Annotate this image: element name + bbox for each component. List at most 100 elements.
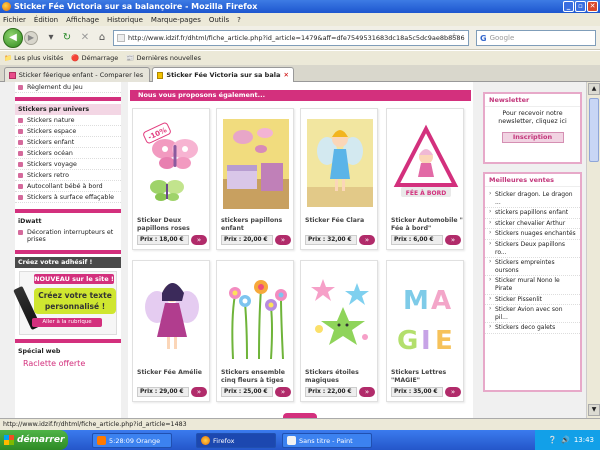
add-to-cart-button[interactable]: » (191, 235, 207, 245)
back-button[interactable]: ◀ (3, 28, 23, 48)
product-card[interactable]: -10% Sticker Deux papillons roses Prix :… (132, 108, 210, 250)
best-seller-link[interactable]: Stickers Deux papillons ro... (485, 240, 580, 259)
product-name[interactable]: Sticker Fée Amélie (137, 369, 209, 377)
product-card[interactable]: Stickers étoiles magiques Prix : 22,00 €… (300, 260, 378, 402)
home-button[interactable]: ⌂ (95, 31, 109, 45)
menu-edition[interactable]: Édition (34, 16, 58, 24)
best-seller-link[interactable]: Sticker Pissenlit (485, 295, 580, 306)
product-card[interactable]: FÉE À BORD Sticker Automobile " Fée à bo… (386, 108, 464, 250)
bookmark-plus-visites[interactable]: 📁 Les plus visités (4, 54, 63, 62)
sidebar-item-retro[interactable]: Stickers retro (15, 170, 121, 181)
help-icon[interactable]: ❔ (548, 436, 557, 444)
url-bar[interactable]: http://www.idzif.fr/dhtml/fiche_article.… (113, 30, 469, 46)
product-price: Prix : 25,00 € (221, 387, 273, 397)
taskbar-item-firefox[interactable]: Firefox (196, 433, 276, 448)
close-tab-icon[interactable]: ✕ (284, 71, 289, 79)
best-seller-link[interactable]: Sticker dragon. Le dragon ... (485, 190, 580, 209)
product-price: Prix : 32,00 € (305, 235, 357, 245)
menu-marque-pages[interactable]: Marque-pages (151, 16, 201, 24)
sidebar-item-nature[interactable]: Stickers nature (15, 115, 121, 126)
product-name[interactable]: stickers papillons enfant (221, 217, 293, 232)
scroll-down-arrow[interactable]: ▼ (588, 404, 600, 416)
menu-outils[interactable]: Outils (209, 16, 229, 24)
product-card[interactable]: Sticker Fée Clara Prix : 32,00 € » (300, 108, 378, 250)
volume-icon[interactable]: 🔊 (561, 436, 570, 444)
google-icon: G (480, 33, 487, 43)
menu-bar: Fichier Édition Affichage Historique Mar… (0, 13, 600, 26)
raclette-logo[interactable]: Raclette offerte (15, 357, 121, 370)
add-to-cart-button[interactable]: » (359, 235, 375, 245)
newsletter-title: Newsletter (485, 94, 580, 107)
menu-affichage[interactable]: Affichage (66, 16, 99, 24)
sidebar-item-enfant[interactable]: Stickers enfant (15, 137, 121, 148)
stop-button[interactable]: ✕ (78, 31, 92, 45)
svg-text:A: A (431, 286, 451, 316)
best-seller-link[interactable]: stickers papillons enfant (485, 208, 580, 219)
add-to-cart-button[interactable]: » (191, 387, 207, 397)
product-name[interactable]: Stickers étoiles magiques (305, 369, 377, 384)
page-scrollbar[interactable]: ▲ ▼ (586, 82, 600, 418)
best-seller-link[interactable]: Stickers empreintes oursons (485, 258, 580, 277)
forward-button[interactable]: ▶ (24, 31, 38, 45)
sidebar-item-surface-effacable[interactable]: Stickers à surface effaçable (15, 192, 121, 203)
bookmark-nouvelles[interactable]: 📰 Dernières nouvelles (126, 54, 201, 62)
custom-text-ad[interactable]: NOUVEAU sur le site ! Créez votre texte … (13, 271, 117, 335)
best-seller-link[interactable]: Sticker mural Nono le Pirate (485, 276, 580, 295)
taskbar-item-paint[interactable]: Sans titre - Paint (282, 433, 372, 448)
scroll-up-arrow[interactable]: ▲ (588, 83, 600, 95)
best-seller-link[interactable]: sticker chevalier Arthur (485, 219, 580, 230)
add-to-cart-button[interactable]: » (445, 387, 461, 397)
inscription-button[interactable]: Inscription (501, 132, 564, 143)
tab-label: Sticker Fée Victoria sur sa balanç... (166, 71, 281, 79)
search-placeholder: Google (489, 34, 515, 42)
product-name[interactable]: Stickers ensemble cinq fleurs à tiges (221, 369, 293, 384)
sidebar-item-reglement[interactable]: Règlement du Jeu (15, 82, 121, 93)
newsletter-box: Newsletter Pour recevoir notre newslette… (483, 92, 582, 164)
best-seller-link[interactable]: Stickers nuages enchantés (485, 229, 580, 240)
add-to-cart-button[interactable]: » (445, 235, 461, 245)
tab-sticker-fee[interactable]: Sticker Fée Victoria sur sa balanç... ✕ (152, 67, 294, 82)
ad-new-label: NOUVEAU sur le site ! (34, 274, 114, 284)
menu-help[interactable]: ? (237, 16, 241, 24)
sidebar-item-espace[interactable]: Stickers espace (15, 126, 121, 137)
bookmark-star-icon[interactable]: ☆ (450, 32, 458, 42)
minimize-button[interactable]: _ (563, 1, 574, 12)
section-title-suggestions: Nous vous proposons également... (130, 90, 471, 101)
bedroom-image (223, 119, 289, 209)
product-name[interactable]: Stickers Lettres "MAGIE" (391, 369, 463, 384)
taskbar-item-orange[interactable]: 5:28:09 Orange (92, 433, 172, 448)
sidebar-item-bebe-a-bord[interactable]: Autocollant bébé à bord (15, 181, 121, 192)
sidebar-item-interrupteurs[interactable]: Décoration interrupteurs et prises (15, 227, 121, 244)
product-name[interactable]: Sticker Deux papillons roses (137, 217, 209, 232)
svg-text:E: E (435, 326, 453, 356)
product-price: Prix : 6,00 € (391, 235, 443, 245)
section-title-idwatt: iDwatt (15, 216, 121, 227)
window-titlebar: Sticker Fée Victoria sur sa balançoire -… (0, 0, 600, 13)
search-bar[interactable]: G Google (476, 30, 596, 46)
add-to-cart-button[interactable]: » (275, 387, 291, 397)
scrollbar-thumb[interactable] (589, 98, 599, 162)
maximize-button[interactable]: ▫ (575, 1, 586, 12)
product-card[interactable]: Sticker Fée Amélie Prix : 29,00 € » (132, 260, 210, 402)
menu-historique[interactable]: Historique (107, 16, 143, 24)
ad-link[interactable]: Aller à la rubrique (32, 318, 102, 327)
menu-fichier[interactable]: Fichier (3, 16, 26, 24)
close-window-button[interactable]: ✕ (587, 1, 598, 12)
svg-text:M: M (403, 286, 429, 316)
add-to-cart-button[interactable]: » (359, 387, 375, 397)
dropdown-history-icon[interactable]: ▾ (44, 31, 58, 45)
start-button[interactable]: démarrer (0, 430, 68, 450)
sidebar-item-ocean[interactable]: Stickers océan (15, 148, 121, 159)
bookmark-demarrage[interactable]: 🔴 Démarrage (71, 54, 118, 62)
product-card[interactable]: stickers papillons enfant Prix : 20,00 €… (216, 108, 294, 250)
sidebar-item-voyage[interactable]: Stickers voyage (15, 159, 121, 170)
add-to-cart-button[interactable]: » (275, 235, 291, 245)
product-card[interactable]: M A G I E Stickers Lettres "MAGIE" Prix … (386, 260, 464, 402)
best-seller-link[interactable]: Stickers deco galets (485, 323, 580, 334)
product-name[interactable]: Sticker Fée Clara (305, 217, 377, 225)
product-card[interactable]: Stickers ensemble cinq fleurs à tiges Pr… (216, 260, 294, 402)
tab-comparer[interactable]: Sticker féerique enfant - Comparer les .… (4, 67, 150, 82)
product-name[interactable]: Sticker Automobile " Fée à bord" (391, 217, 463, 232)
best-seller-link[interactable]: Sticker Avion avec son pil... (485, 305, 580, 324)
reload-button[interactable]: ↻ (60, 31, 74, 45)
